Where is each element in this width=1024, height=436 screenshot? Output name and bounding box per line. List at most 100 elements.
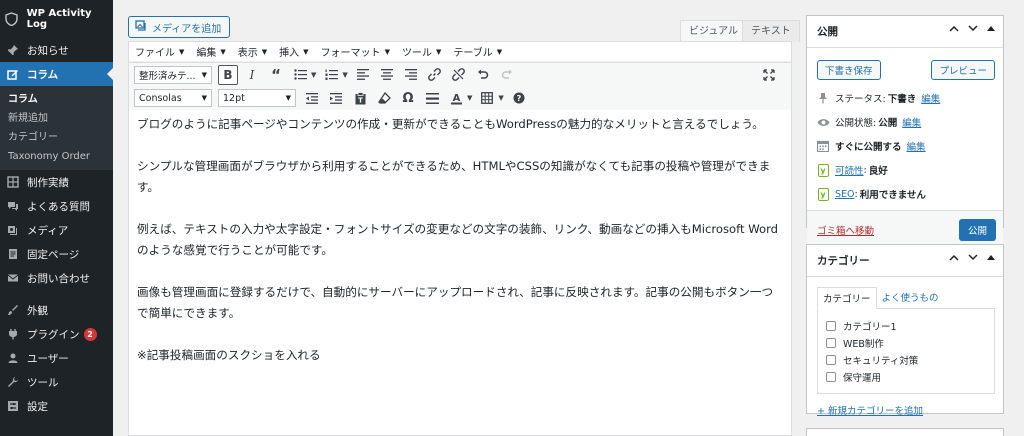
caret-down-icon[interactable]: ▼: [311, 71, 316, 79]
submenu-taxonomy-order[interactable]: Taxonomy Order: [0, 147, 113, 166]
publish-button[interactable]: 公開: [958, 218, 996, 241]
paragraph: シンプルな管理画面がブラウザから利用することができるため、HTMLやCSSの知識…: [137, 159, 771, 194]
yoast-icon: y: [817, 163, 829, 177]
move-up-icon[interactable]: [949, 254, 959, 264]
user-icon: [6, 351, 20, 365]
align-center-button[interactable]: [377, 65, 397, 85]
add-media-label: メディアを追加: [152, 23, 222, 35]
unlink-icon[interactable]: [449, 65, 469, 85]
menu-table[interactable]: テーブル ▼: [453, 44, 503, 60]
caret-down-icon: ▼: [384, 47, 390, 56]
sidebar-item-plugins[interactable]: プラグイン 2: [0, 322, 113, 346]
caret-down-icon: ▼: [496, 47, 503, 56]
category-checkbox[interactable]: [826, 337, 836, 348]
sidebar-item-faq[interactable]: よくある質問: [0, 194, 113, 218]
page-icon: [6, 247, 20, 261]
caret-down-icon[interactable]: ▼: [498, 94, 503, 102]
edit-status-link[interactable]: 編集: [921, 91, 940, 105]
paragraph: ブログのように記事ページやコンテンツの作成・更新ができることもWordPress…: [137, 117, 764, 131]
font-family-select[interactable]: Consolas ▼: [134, 89, 212, 107]
undo-icon[interactable]: [473, 65, 493, 85]
link-icon[interactable]: [425, 65, 445, 85]
sidebar-item-label: ツール: [27, 376, 59, 389]
menu-view[interactable]: 表示 ▼: [238, 44, 267, 60]
table-icon[interactable]: [477, 88, 497, 108]
tab-all-categories[interactable]: カテゴリー: [817, 287, 877, 309]
add-new-category-link[interactable]: + 新規カテゴリーを追加: [807, 394, 1003, 417]
site-title[interactable]: WP Activity Log: [0, 0, 113, 38]
sidebar-item-appearance[interactable]: 外観: [0, 298, 113, 322]
publish-box: 公開 下書き保存 プレビュー ステータス: 下書き 編集 公開状態: 公開 編集…: [806, 15, 1004, 248]
category-checkbox[interactable]: [826, 320, 836, 331]
seo-value: 利用できません: [859, 190, 926, 201]
media-icon: [6, 223, 20, 237]
clear-formatting-icon[interactable]: [374, 88, 394, 108]
sidebar-item-column[interactable]: コラム: [0, 62, 113, 86]
save-draft-button[interactable]: 下書き保存: [817, 60, 881, 80]
redo-icon[interactable]: [497, 65, 517, 85]
sidebar-item-users[interactable]: ユーザー: [0, 346, 113, 370]
list-item[interactable]: カテゴリー1: [826, 317, 994, 334]
list-item[interactable]: セキュリティ対策: [826, 351, 994, 368]
editor-content[interactable]: ブログのように記事ページやコンテンツの作成・更新ができることもWordPress…: [129, 110, 791, 366]
sidebar-item-contact[interactable]: お問い合わせ: [0, 266, 113, 290]
help-icon[interactable]: ?: [509, 88, 529, 108]
tab-text[interactable]: テキスト: [742, 20, 800, 42]
collapse-icon[interactable]: [987, 25, 995, 35]
bold-button[interactable]: B: [218, 64, 238, 85]
menu-tools[interactable]: ツール ▼: [402, 44, 441, 60]
preview-button[interactable]: プレビュー: [931, 60, 995, 80]
menu-edit[interactable]: 編集 ▼: [196, 44, 225, 60]
seo-link[interactable]: SEO: [835, 189, 855, 200]
tab-most-used[interactable]: よく使うもの: [877, 287, 944, 309]
edit-schedule-link[interactable]: 編集: [907, 139, 926, 153]
sidebar-item-works[interactable]: 制作実績: [0, 170, 113, 194]
special-character-icon[interactable]: Ω: [398, 88, 418, 108]
caret-down-icon[interactable]: ▼: [467, 94, 472, 102]
numbered-list-button[interactable]: [321, 65, 341, 85]
format-select[interactable]: 整形済みテ... ▼: [134, 65, 212, 84]
italic-button[interactable]: I: [242, 65, 262, 85]
sidebar-item-label: 設定: [27, 400, 48, 413]
align-right-button[interactable]: [401, 65, 421, 85]
sidebar-item-notices[interactable]: お知らせ: [0, 38, 113, 62]
menu-insert[interactable]: 挿入 ▼: [279, 44, 308, 60]
plugin-icon: [6, 327, 20, 341]
sidebar-item-media[interactable]: メディア: [0, 218, 113, 242]
horizontal-line-icon[interactable]: [422, 88, 442, 108]
align-left-button[interactable]: [353, 65, 373, 85]
readability-link[interactable]: 可読性: [835, 163, 864, 177]
outdent-icon[interactable]: [302, 88, 322, 108]
move-down-icon[interactable]: [968, 25, 978, 35]
category-checkbox[interactable]: [826, 354, 836, 365]
list-item[interactable]: WEB制作: [826, 334, 994, 351]
menu-file[interactable]: ファイル ▼: [135, 44, 184, 60]
list-item[interactable]: 保守運用: [826, 368, 994, 385]
font-size-value: 12pt: [223, 92, 245, 104]
sidebar-item-pages[interactable]: 固定ページ: [0, 242, 113, 266]
svg-text:T: T: [358, 96, 363, 104]
fullscreen-icon[interactable]: [759, 65, 779, 85]
move-to-trash-link[interactable]: ゴミ箱へ移動: [817, 223, 874, 237]
move-down-icon[interactable]: [968, 254, 978, 264]
text-color-icon[interactable]: A: [446, 88, 466, 108]
caret-down-icon[interactable]: ▼: [342, 71, 347, 79]
menu-format[interactable]: フォーマット ▼: [321, 44, 390, 60]
paste-text-icon[interactable]: T: [350, 88, 370, 108]
submenu-column[interactable]: コラム: [0, 90, 113, 109]
sidebar-item-settings[interactable]: 設定: [0, 394, 113, 418]
collapse-icon[interactable]: [987, 254, 995, 264]
submenu-category[interactable]: カテゴリー: [0, 128, 113, 147]
comments-icon: [6, 199, 20, 213]
font-size-select[interactable]: 12pt ▼: [218, 89, 296, 107]
tab-visual[interactable]: ビジュアル: [680, 20, 747, 42]
edit-visibility-link[interactable]: 編集: [902, 115, 921, 129]
submenu-add-new[interactable]: 新規追加: [0, 109, 113, 128]
sidebar-item-tools[interactable]: ツール: [0, 370, 113, 394]
bullet-list-button[interactable]: [290, 65, 310, 85]
move-up-icon[interactable]: [949, 25, 959, 35]
indent-icon[interactable]: [326, 88, 346, 108]
blockquote-button[interactable]: “: [266, 65, 286, 85]
category-checkbox[interactable]: [826, 371, 836, 382]
add-media-button[interactable]: メディアを追加: [128, 16, 231, 38]
